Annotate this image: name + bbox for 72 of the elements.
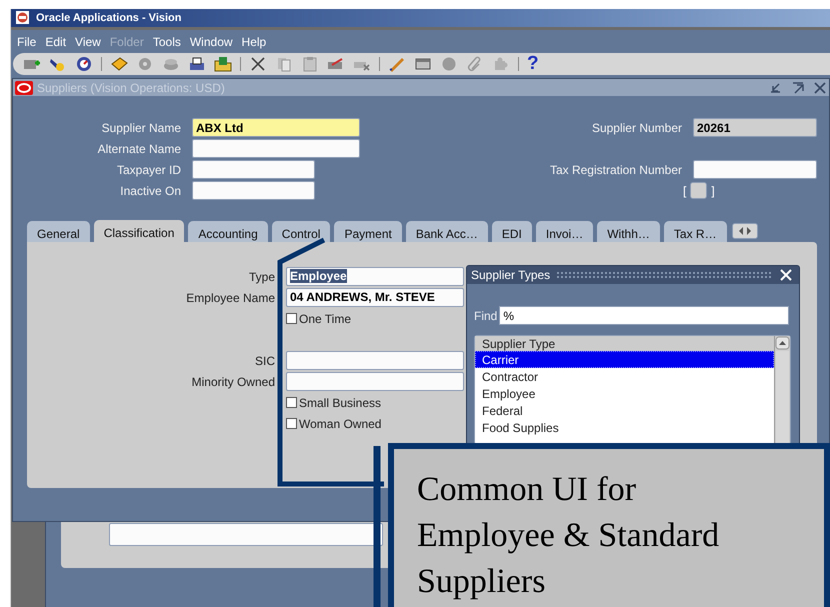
- list-item[interactable]: Employee: [475, 385, 774, 402]
- input-field[interactable]: [109, 523, 383, 546]
- find-field[interactable]: %: [499, 306, 790, 325]
- compass-icon[interactable]: [75, 56, 93, 72]
- window-icon[interactable]: [414, 56, 432, 72]
- oracle-logo-icon: [15, 80, 33, 96]
- tab[interactable]: Classification: [94, 220, 184, 242]
- ball-icon[interactable]: [440, 56, 458, 72]
- field-label: Type: [248, 270, 275, 284]
- tab[interactable]: Control: [272, 221, 330, 242]
- bracket-text: ]: [711, 184, 715, 198]
- field-label: Minority Owned: [190, 374, 275, 388]
- list-item[interactable]: Federal: [475, 402, 774, 419]
- menu-item[interactable]: Edit: [45, 34, 66, 48]
- input-field[interactable]: [192, 160, 315, 179]
- checkbox-label: One Time: [299, 312, 352, 326]
- tab[interactable]: EDI: [492, 221, 532, 242]
- tab[interactable]: Tax R…: [664, 221, 727, 242]
- scrollbar[interactable]: [774, 336, 790, 444]
- checkbox[interactable]: [286, 397, 297, 408]
- field-label: Supplier Number: [590, 120, 682, 134]
- pen-icon[interactable]: [388, 56, 406, 72]
- field-label: Tax Registration Number: [548, 162, 682, 176]
- input-field[interactable]: Employee: [286, 267, 464, 286]
- list-item[interactable]: Food Supplies: [475, 419, 774, 436]
- input-field[interactable]: ABX Ltd: [192, 118, 360, 137]
- input-field[interactable]: 04 ANDREWS, Mr. STEVE: [286, 288, 464, 307]
- tab[interactable]: Withh…: [597, 221, 660, 242]
- field-label: Alternate Name: [96, 142, 181, 156]
- field-label: Supplier Name: [100, 120, 181, 134]
- list-item[interactable]: Contractor: [475, 368, 774, 385]
- tab[interactable]: General: [27, 221, 90, 242]
- field-label: Inactive On: [119, 184, 181, 198]
- input-field[interactable]: 20261: [693, 118, 817, 137]
- checkbox-label: Small Business: [299, 396, 382, 410]
- field-label: SIC: [254, 354, 275, 368]
- copy-icon[interactable]: [275, 56, 293, 72]
- menu-item[interactable]: Window: [190, 34, 233, 48]
- input-field[interactable]: [192, 181, 315, 200]
- menu-item[interactable]: File: [17, 34, 36, 48]
- printer-icon[interactable]: [188, 56, 206, 72]
- app-logo-icon: [14, 10, 32, 26]
- menu-item[interactable]: View: [75, 34, 101, 48]
- tab[interactable]: Bank Acc…: [406, 221, 488, 242]
- callout-text: Common UI for Employee & Standard Suppliers: [417, 470, 720, 602]
- flashlight-icon[interactable]: [49, 56, 67, 72]
- checkbox[interactable]: [286, 313, 297, 324]
- menu-item[interactable]: Help: [242, 34, 266, 48]
- tab[interactable]: Invoi…: [536, 221, 594, 242]
- input-field[interactable]: [192, 139, 360, 158]
- paste-icon[interactable]: [301, 56, 319, 72]
- bracket-text: [: [683, 184, 686, 198]
- input-field[interactable]: [286, 372, 464, 391]
- flexfield-button[interactable]: [690, 182, 708, 199]
- field-label: Taxpayer ID: [116, 162, 181, 176]
- stack-icon[interactable]: [162, 56, 180, 72]
- menu-item[interactable]: Tools: [152, 34, 181, 48]
- field-label: Employee Name: [185, 290, 275, 304]
- column-header: Supplier Type: [475, 336, 774, 351]
- checkbox-label: Woman Owned: [299, 416, 382, 430]
- help-button[interactable]: ?: [527, 54, 539, 74]
- checkbox[interactable]: [286, 418, 297, 429]
- tab[interactable]: Payment: [334, 221, 402, 242]
- folder-icon[interactable]: [214, 56, 232, 72]
- dialog-title: Supplier Types: [471, 268, 550, 282]
- scroll-arrows-icon[interactable]: [732, 223, 758, 239]
- input-field[interactable]: [286, 351, 464, 370]
- window-title: Oracle Applications - Vision: [36, 12, 182, 24]
- field-label: Find: [474, 308, 498, 322]
- input-field[interactable]: [693, 160, 817, 179]
- list-item[interactable]: Carrier: [475, 351, 774, 368]
- tab[interactable]: Accounting: [188, 221, 268, 242]
